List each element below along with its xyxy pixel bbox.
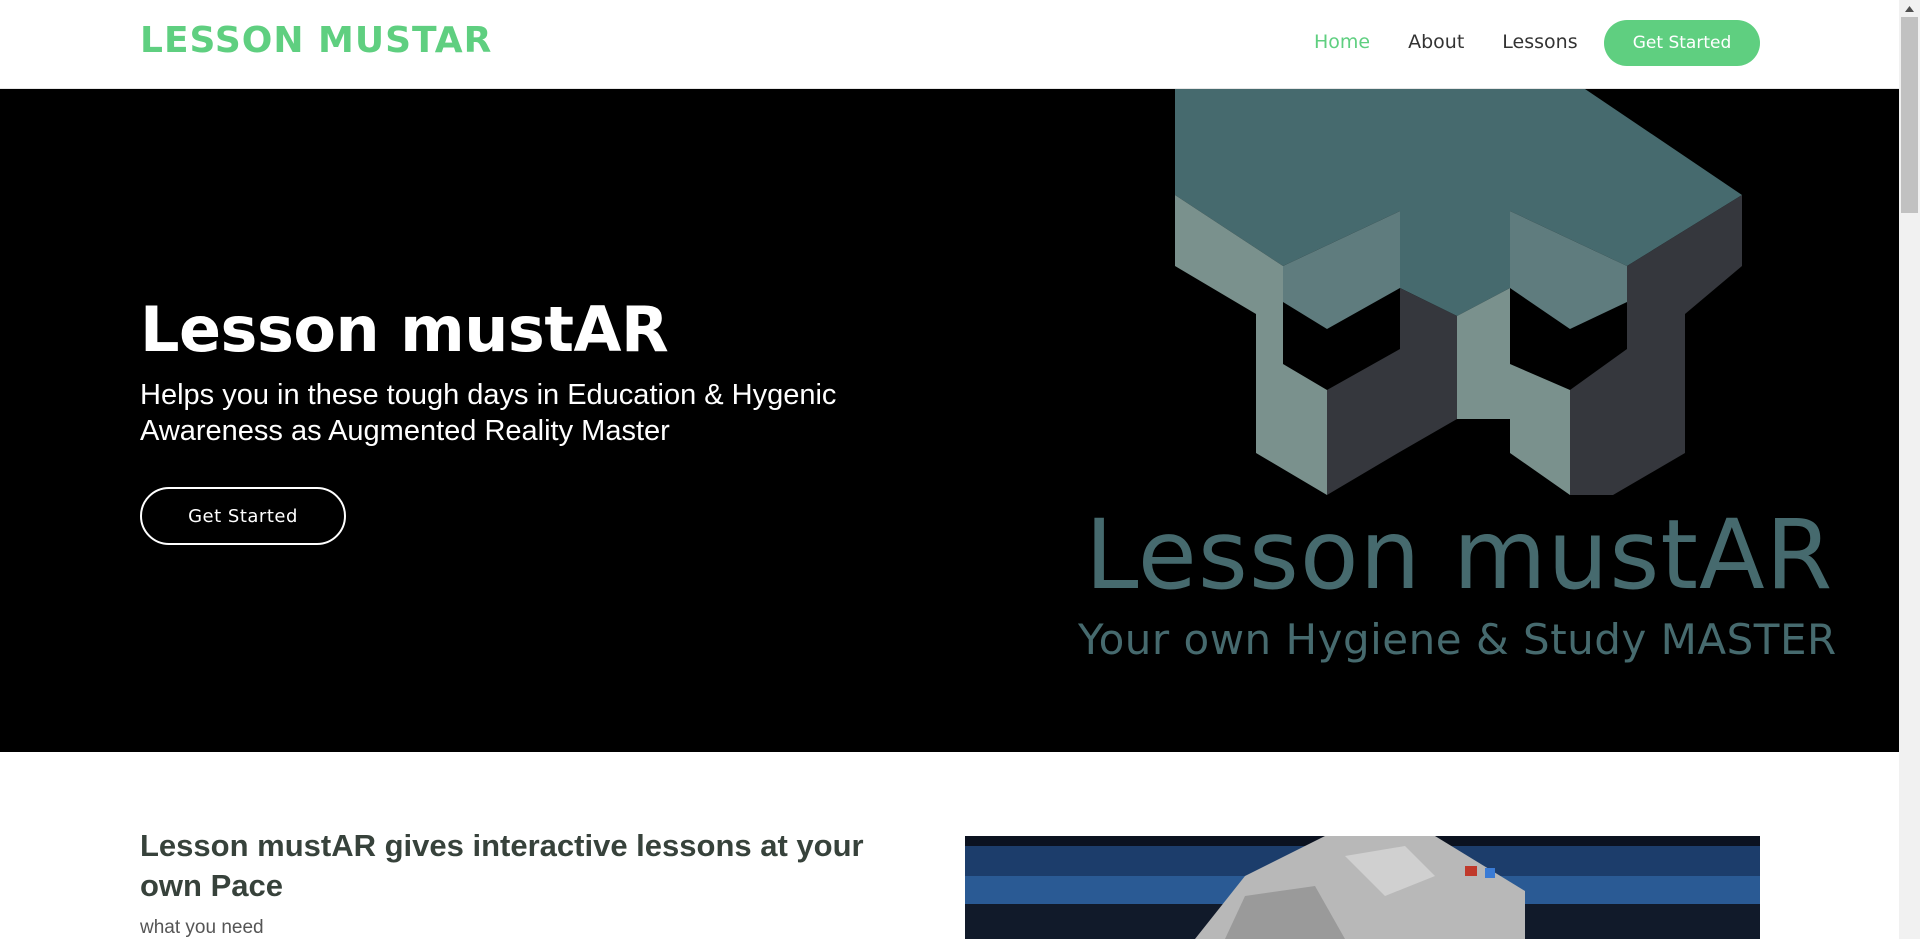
scroll-up-icon[interactable]: [1899, 0, 1920, 17]
hero-subtitle: Helps you in these tough days in Educati…: [140, 379, 837, 447]
about-image: [965, 836, 1760, 939]
header-get-started-button[interactable]: Get Started: [1604, 20, 1760, 66]
hero-title: Lesson mustAR: [140, 293, 669, 366]
site-logo[interactable]: LESSON MUSTAR: [140, 20, 492, 61]
hero-get-started-button[interactable]: Get Started: [140, 487, 346, 545]
logo-wordmark: Lesson mustAR: [1085, 499, 1834, 611]
nav-home-link[interactable]: Home: [1314, 30, 1370, 54]
logo-tagline: Your own Hygiene & Study MASTER: [1078, 615, 1837, 664]
nav-lessons-link[interactable]: Lessons: [1502, 30, 1577, 54]
scrollbar-thumb[interactable]: [1901, 17, 1918, 213]
hero-section: Lesson mustAR Helps you in these tough d…: [0, 89, 1899, 752]
main-nav: Home About Lessons: [1314, 30, 1616, 54]
site-header: LESSON MUSTAR Home About Lessons Get Sta…: [0, 0, 1899, 89]
logo-block-mid-face: [1457, 288, 1570, 495]
about-heading: Lesson mustAR gives interactive lessons …: [140, 828, 864, 903]
logo-block-left-inner: [1327, 288, 1457, 495]
nav-about-link[interactable]: About: [1408, 30, 1464, 54]
about-subheading: what you need: [140, 917, 264, 938]
